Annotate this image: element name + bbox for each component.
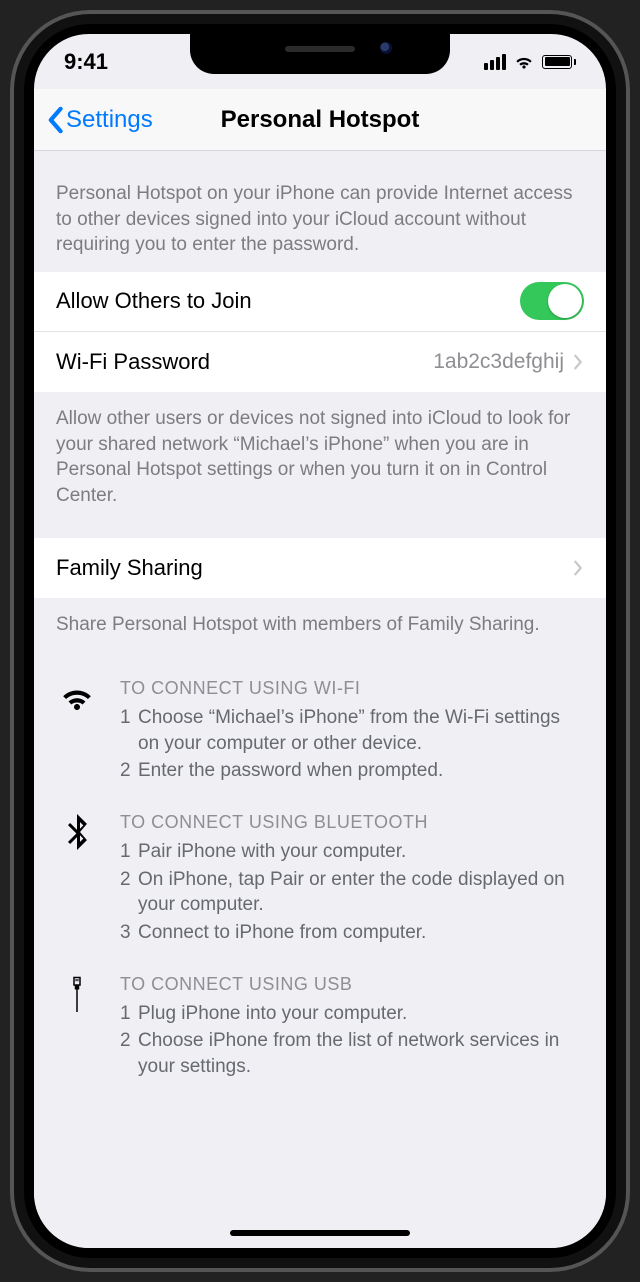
wifi-status-icon [514,52,534,72]
volume-up-button [2,280,10,370]
screen: 9:41 Settings Personal Hotspot [34,34,606,1248]
phone-frame: 9:41 Settings Personal Hotspot [0,0,640,1282]
instruction-step: 3Connect to iPhone from computer. [120,920,584,946]
chevron-left-icon [46,106,64,134]
allow-others-label: Allow Others to Join [56,288,520,314]
bluetooth-icon [56,812,98,948]
home-indicator[interactable] [230,1230,410,1236]
instruction-text: TO CONNECT USING WI-FI 1Choose “Michael’s… [120,678,584,786]
instruction-block-bluetooth: TO CONNECT USING BLUETOOTH 1Pair iPhone w… [56,812,584,948]
cellular-signal-icon [484,54,506,70]
family-sharing-label: Family Sharing [56,555,572,581]
silence-switch [2,200,10,240]
family-footer-text: Share Personal Hotspot with members of F… [34,598,606,644]
nav-bar: Settings Personal Hotspot [34,89,606,151]
instruction-heading: TO CONNECT USING USB [120,974,584,995]
chevron-right-icon [572,353,584,371]
content-scroll[interactable]: Personal Hotspot on your iPhone can prov… [34,151,606,1248]
volume-down-button [2,390,10,480]
settings-group-main: Allow Others to Join Wi-Fi Password 1ab2… [34,272,606,392]
allow-others-toggle[interactable] [520,282,584,320]
instruction-text: TO CONNECT USING BLUETOOTH 1Pair iPhone w… [120,812,584,948]
instruction-block-usb: TO CONNECT USING USB 1Plug iPhone into yo… [56,974,584,1082]
usb-icon [56,974,98,1082]
front-camera [380,42,392,54]
row-allow-others[interactable]: Allow Others to Join [34,272,606,332]
instruction-step: 2Enter the password when prompted. [120,758,584,784]
wifi-password-label: Wi-Fi Password [56,349,433,375]
instruction-step: 1Choose “Michael’s iPhone” from the Wi-F… [120,705,584,756]
connection-instructions: TO CONNECT USING WI-FI 1Choose “Michael’s… [34,644,606,1081]
row-family-sharing[interactable]: Family Sharing [34,538,606,598]
back-button[interactable]: Settings [34,106,153,134]
wifi-icon [56,678,98,786]
instruction-step: 1Pair iPhone with your computer. [120,839,584,865]
power-button [630,300,638,440]
row-wifi-password[interactable]: Wi-Fi Password 1ab2c3defghij [34,332,606,392]
allow-footer-text: Allow other users or devices not signed … [34,392,606,539]
chevron-right-icon [572,559,584,577]
speaker-grille [285,46,355,52]
instruction-heading: TO CONNECT USING BLUETOOTH [120,812,584,833]
instruction-step: 2On iPhone, tap Pair or enter the code d… [120,867,584,918]
instruction-block-wifi: TO CONNECT USING WI-FI 1Choose “Michael’s… [56,678,584,786]
instruction-heading: TO CONNECT USING WI-FI [120,678,584,699]
back-label: Settings [66,106,153,134]
instruction-text: TO CONNECT USING USB 1Plug iPhone into yo… [120,974,584,1082]
toggle-knob [548,284,582,318]
status-time: 9:41 [64,49,108,75]
instruction-step: 2Choose iPhone from the list of network … [120,1028,584,1079]
instruction-step: 1Plug iPhone into your computer. [120,1001,584,1027]
battery-icon [542,55,576,69]
notch [190,34,450,74]
settings-group-family: Family Sharing [34,538,606,598]
intro-text: Personal Hotspot on your iPhone can prov… [34,151,606,272]
wifi-password-value: 1ab2c3defghij [433,350,564,374]
